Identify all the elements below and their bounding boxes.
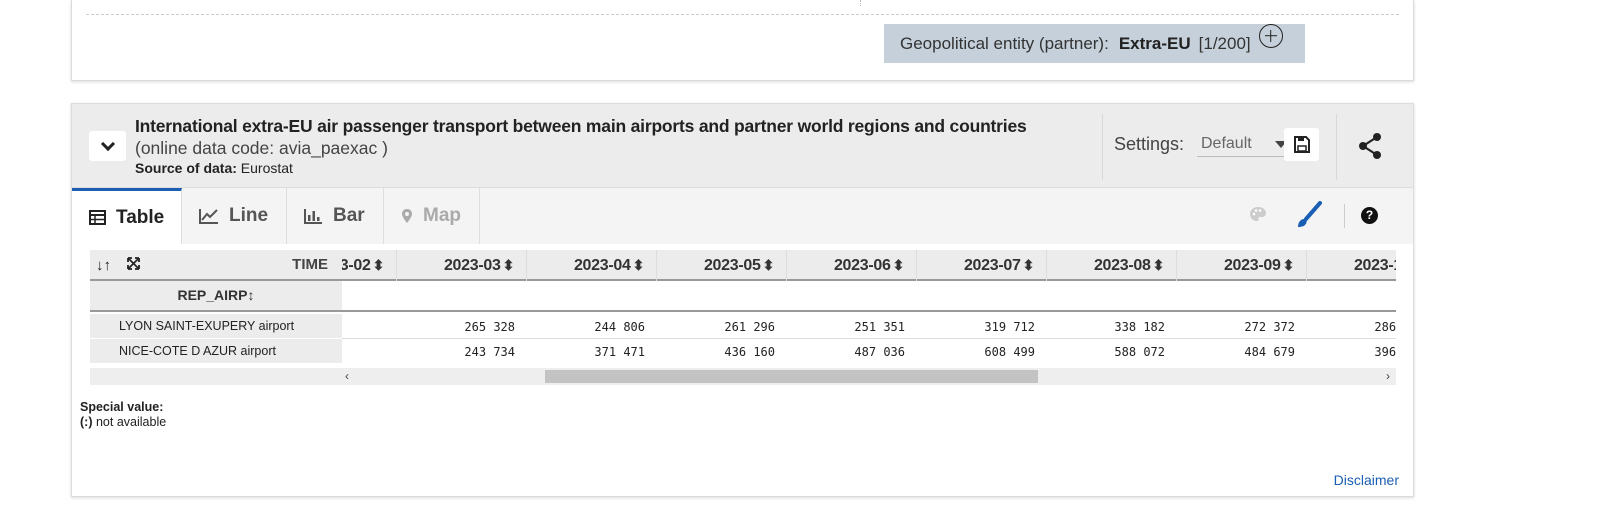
table-cell: 608 499: [984, 345, 1035, 359]
sort-arrows-icon: ⬍: [762, 257, 775, 273]
table-cell: 484 679: [1244, 345, 1295, 359]
special-value-item: (:) not available: [80, 415, 167, 429]
table-cell: 436 160: [724, 345, 775, 359]
map-pin-icon: [401, 208, 413, 224]
geo-entity-filter[interactable]: Geopolitical entity (partner): Extra-EU …: [884, 23, 1305, 63]
dataset-header: International extra-EU air passenger tra…: [72, 104, 1413, 188]
sort-arrows-icon: ⬍: [1152, 257, 1165, 273]
column-header[interactable]: 2023-10⬍: [1307, 250, 1396, 281]
data-table: ↓↑ TIME REP_AIRP↕ LYON SAINT-EXUPERY air…: [90, 250, 1396, 385]
table-row: 243 734 371 471 436 160 487 036 608 499 …: [342, 339, 1396, 363]
filter-label: Geopolitical entity (partner):: [900, 33, 1109, 53]
table-cell: 251 351: [854, 320, 905, 334]
sort-arrows-icon: ⬍: [372, 257, 385, 273]
brush-icon[interactable]: [1294, 200, 1324, 235]
table-cell: 396 265: [1374, 345, 1396, 359]
tab-table[interactable]: Table: [72, 188, 182, 244]
save-button[interactable]: [1284, 128, 1319, 161]
column-header[interactable]: 2023-08 ⬍: [1047, 250, 1177, 281]
table-cell: 243 734: [464, 345, 515, 359]
column-header[interactable]: 2023-02⬍: [342, 250, 397, 281]
sort-arrows-icon: ⬍: [1022, 257, 1035, 273]
share-button[interactable]: [1350, 128, 1390, 164]
sort-arrows-icon: ⬍: [1282, 257, 1295, 273]
sort-arrows-icon: ↕: [247, 287, 255, 303]
column-header[interactable]: 2023-04 ⬍: [527, 250, 657, 281]
header-spacer-row: [342, 281, 1396, 312]
divider: [860, 0, 861, 6]
tab-bar[interactable]: Bar: [287, 188, 384, 244]
row-header: NICE-COTE D AZUR airport: [90, 339, 342, 364]
row-dimension-header[interactable]: REP_AIRP↕: [90, 281, 342, 312]
scrollbar-thumb[interactable]: [545, 370, 1038, 383]
share-icon: [1359, 133, 1381, 159]
divider: [86, 14, 1399, 15]
table-cell: 319 712: [984, 320, 1035, 334]
plus-circle-icon[interactable]: [1258, 23, 1283, 48]
table-row: 265 328 244 806 261 296 251 351 319 712 …: [342, 314, 1396, 339]
table-cell: 588 072: [1114, 345, 1165, 359]
row-header: LYON SAINT-EXUPERY airport: [90, 314, 342, 339]
divider: [1344, 204, 1345, 228]
table-cell: 371 471: [594, 345, 645, 359]
chevron-down-icon: [100, 136, 115, 151]
column-header-row: 2023-02⬍ 2023-03⬍ 2023-04⬍ 2023-05⬍ 2023…: [342, 250, 1396, 281]
table-cell: 487 036: [854, 345, 905, 359]
table-cell: 338 182: [1114, 320, 1165, 334]
column-header[interactable]: 2023-06 ⬍: [787, 250, 917, 281]
dataset-code: (online data code: avia_paexac ): [135, 138, 388, 158]
table-cell: 286 120: [1374, 320, 1396, 334]
palette-icon[interactable]: [1249, 206, 1267, 227]
dataset-title: International extra-EU air passenger tra…: [135, 116, 1027, 136]
divider: [1102, 114, 1103, 180]
sort-arrows-icon: ⬍: [892, 257, 905, 273]
filter-card: Geopolitical entity (partner): Extra-EU …: [71, 0, 1414, 81]
column-header[interactable]: 2023-05 ⬍: [657, 250, 787, 281]
table-cell: [342, 314, 397, 338]
scroll-right-icon[interactable]: ›: [1386, 369, 1390, 383]
data-source: Source of data: Eurostat: [135, 160, 293, 176]
expand-icon[interactable]: [127, 257, 140, 275]
tab-map: Map: [384, 188, 480, 244]
special-values-title: Special value:: [80, 400, 164, 414]
disclaimer-link[interactable]: Disclaimer: [1334, 472, 1399, 488]
column-header[interactable]: 2023-07 ⬍: [917, 250, 1047, 281]
horizontal-scrollbar[interactable]: ‹ ›: [90, 368, 1396, 385]
sort-arrows-icon: ⬍: [632, 257, 645, 273]
time-dimension-label: TIME: [292, 256, 328, 273]
bar-chart-icon: [304, 208, 323, 224]
filter-value: Extra-EU: [1118, 33, 1191, 53]
help-icon[interactable]: ?: [1361, 207, 1378, 224]
table-cell: 265 328: [464, 320, 515, 334]
line-chart-icon: [199, 208, 219, 224]
table-cell: 272 372: [1244, 320, 1295, 334]
dataset-card: International extra-EU air passenger tra…: [71, 103, 1414, 497]
table-corner: ↓↑ TIME: [90, 250, 342, 281]
collapse-button[interactable]: [89, 131, 126, 161]
table-viewport: 2023-02⬍ 2023-03⬍ 2023-04⬍ 2023-05⬍ 2023…: [342, 250, 1396, 363]
column-header[interactable]: 2023-03 ⬍: [397, 250, 527, 281]
filter-count: [1/200]: [1198, 33, 1251, 53]
sort-arrows-icon: ⬍: [502, 257, 515, 273]
table-icon: [89, 210, 106, 225]
settings-label: Settings:: [1114, 134, 1185, 154]
table-cell: 261 296: [724, 320, 775, 334]
view-tabs: Table Line Bar Map ?: [72, 188, 1413, 244]
divider: [1336, 114, 1337, 180]
floppy-disk-icon: [1293, 136, 1310, 153]
scroll-left-icon[interactable]: ‹: [345, 369, 349, 383]
table-cell: [342, 339, 397, 363]
table-cell: 244 806: [594, 320, 645, 334]
sort-icon[interactable]: ↓↑: [96, 257, 111, 274]
settings-dropdown[interactable]: Default: [1197, 135, 1289, 157]
column-header[interactable]: 2023-09 ⬍: [1177, 250, 1307, 281]
tab-line[interactable]: Line: [182, 188, 287, 244]
